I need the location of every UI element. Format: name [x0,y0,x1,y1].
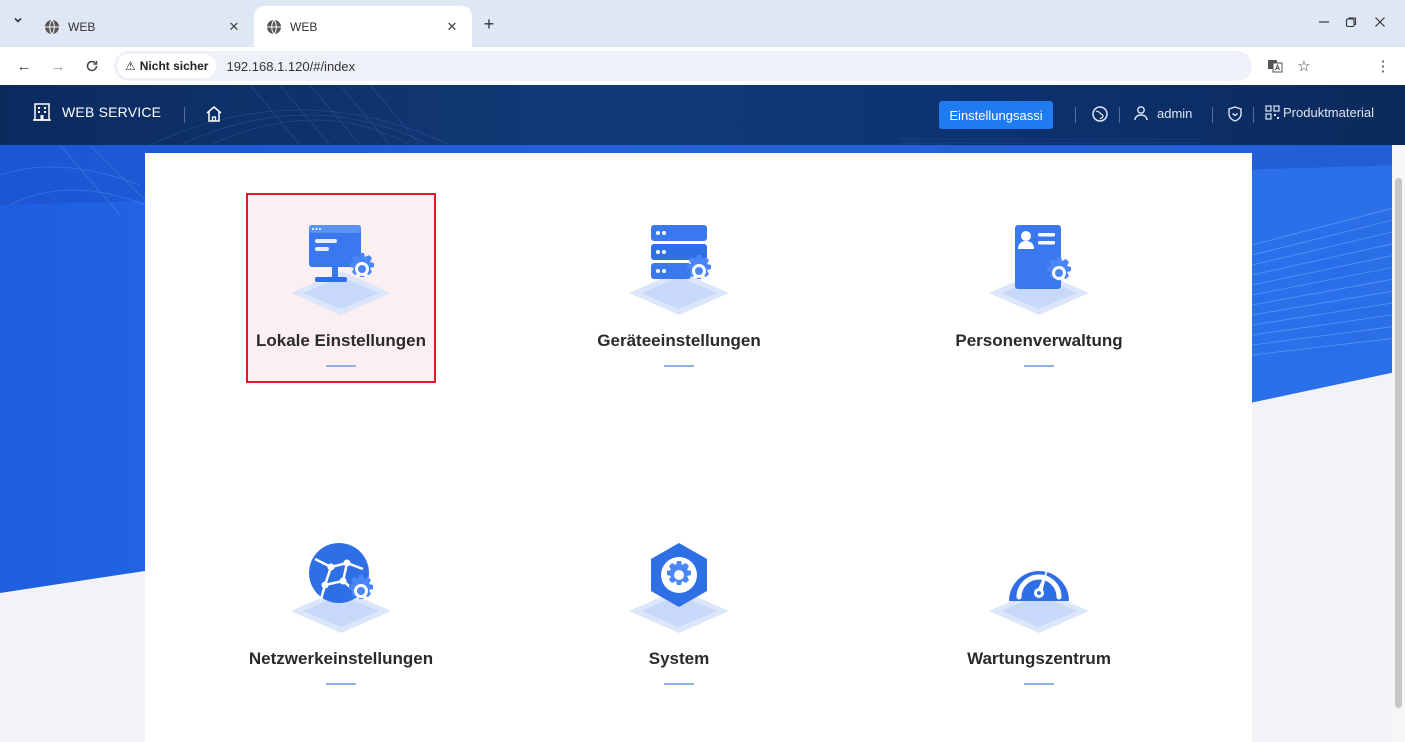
tile-network-settings[interactable]: Netzwerkeinstellungen [246,511,436,701]
home-icon[interactable] [204,104,224,124]
hexagon-gear-icon [629,543,729,633]
tile-label: Personenverwaltung [955,331,1123,350]
browser-toolbar: ← → ⚠ Nicht sicher 192.168.1.120/#/index… [0,47,1405,122]
tile-underline [1024,365,1054,367]
kebab-menu-icon[interactable]: ⋮ [1372,55,1394,77]
monitor-gear-icon [291,225,391,315]
tile-maintenance-center[interactable]: Wartungszentrum [944,511,1134,701]
close-window-icon[interactable] [1360,10,1400,34]
tile-underline [1024,683,1054,685]
address-bar[interactable]: ⚠ Nicht sicher 192.168.1.120/#/index [114,51,1252,81]
tab-search-chevron-icon[interactable] [6,8,30,32]
brand: WEB SERVICE [32,102,161,122]
brand-title: WEB SERVICE [62,104,162,120]
language-icon[interactable] [1091,105,1109,123]
bookmark-star-icon[interactable]: ☆ [1293,55,1315,77]
tile-device-settings[interactable]: Geräteeinstellungen [584,193,774,383]
new-tab-plus-icon[interactable]: + [478,13,500,35]
server-gear-icon [629,225,729,315]
main-menu-card: Lokale Einstellungen Geräteeinstellungen [145,153,1252,742]
browser-tab-bar: WEB ✕ WEB ✕ + [0,0,1405,47]
tile-person-management[interactable]: Personenverwaltung [944,193,1134,383]
tab-close-icon[interactable]: ✕ [444,19,460,35]
tile-label: System [648,649,710,668]
tile-label: Lokale Einstellungen [255,331,427,350]
header-divider [1253,107,1254,123]
tab-close-icon[interactable]: ✕ [226,19,242,35]
globe-icon [45,19,59,34]
tile-label: Wartungszentrum [967,649,1111,668]
tile-underline [664,683,694,685]
product-material-link[interactable]: Produktmaterial [1265,105,1374,120]
forward-arrow-icon[interactable]: → [46,54,70,78]
product-material-label: Produktmaterial [1283,105,1375,120]
qr-code-icon [1265,105,1280,120]
security-chip[interactable]: ⚠ Nicht sicher [117,54,217,78]
person-card-gear-icon [989,225,1089,315]
setup-wizard-button[interactable]: Einstellungsassi [939,101,1053,129]
tab-title: WEB [290,19,318,34]
reload-icon[interactable] [80,54,104,78]
header-divider [184,107,185,123]
tile-underline [664,365,694,367]
warning-triangle-icon: ⚠ [125,59,136,73]
user-icon [1134,106,1148,121]
back-arrow-icon[interactable]: ← [12,54,36,78]
tile-underline [326,365,356,367]
tile-underline [326,683,356,685]
translate-icon[interactable] [1264,55,1286,77]
tab-title: WEB [68,19,96,34]
username: admin [1157,105,1193,121]
shield-icon[interactable] [1226,105,1244,123]
building-icon [33,103,51,121]
header-divider [1212,107,1213,123]
tile-system[interactable]: System [584,511,774,701]
header-divider [1075,107,1076,123]
speedometer-icon [989,565,1089,633]
url-text[interactable]: 192.168.1.120/#/index [226,59,355,74]
app-header: WEB SERVICE Einstellungsassi admin Produ… [0,85,1405,145]
security-label: Nicht sicher [139,59,209,73]
tile-local-settings[interactable]: Lokale Einstellungen [246,193,436,383]
globe-gear-icon [291,543,391,633]
user-menu[interactable]: admin [1133,105,1192,121]
globe-icon [267,19,281,34]
header-divider [1119,107,1120,123]
browser-tab-1[interactable]: WEB ✕ [32,6,254,47]
browser-tab-2[interactable]: WEB ✕ [254,6,472,47]
tile-label: Geräteeinstellungen [597,331,761,350]
tile-label: Netzwerkeinstellungen [248,649,434,668]
scrollbar-thumb[interactable] [1395,178,1402,708]
